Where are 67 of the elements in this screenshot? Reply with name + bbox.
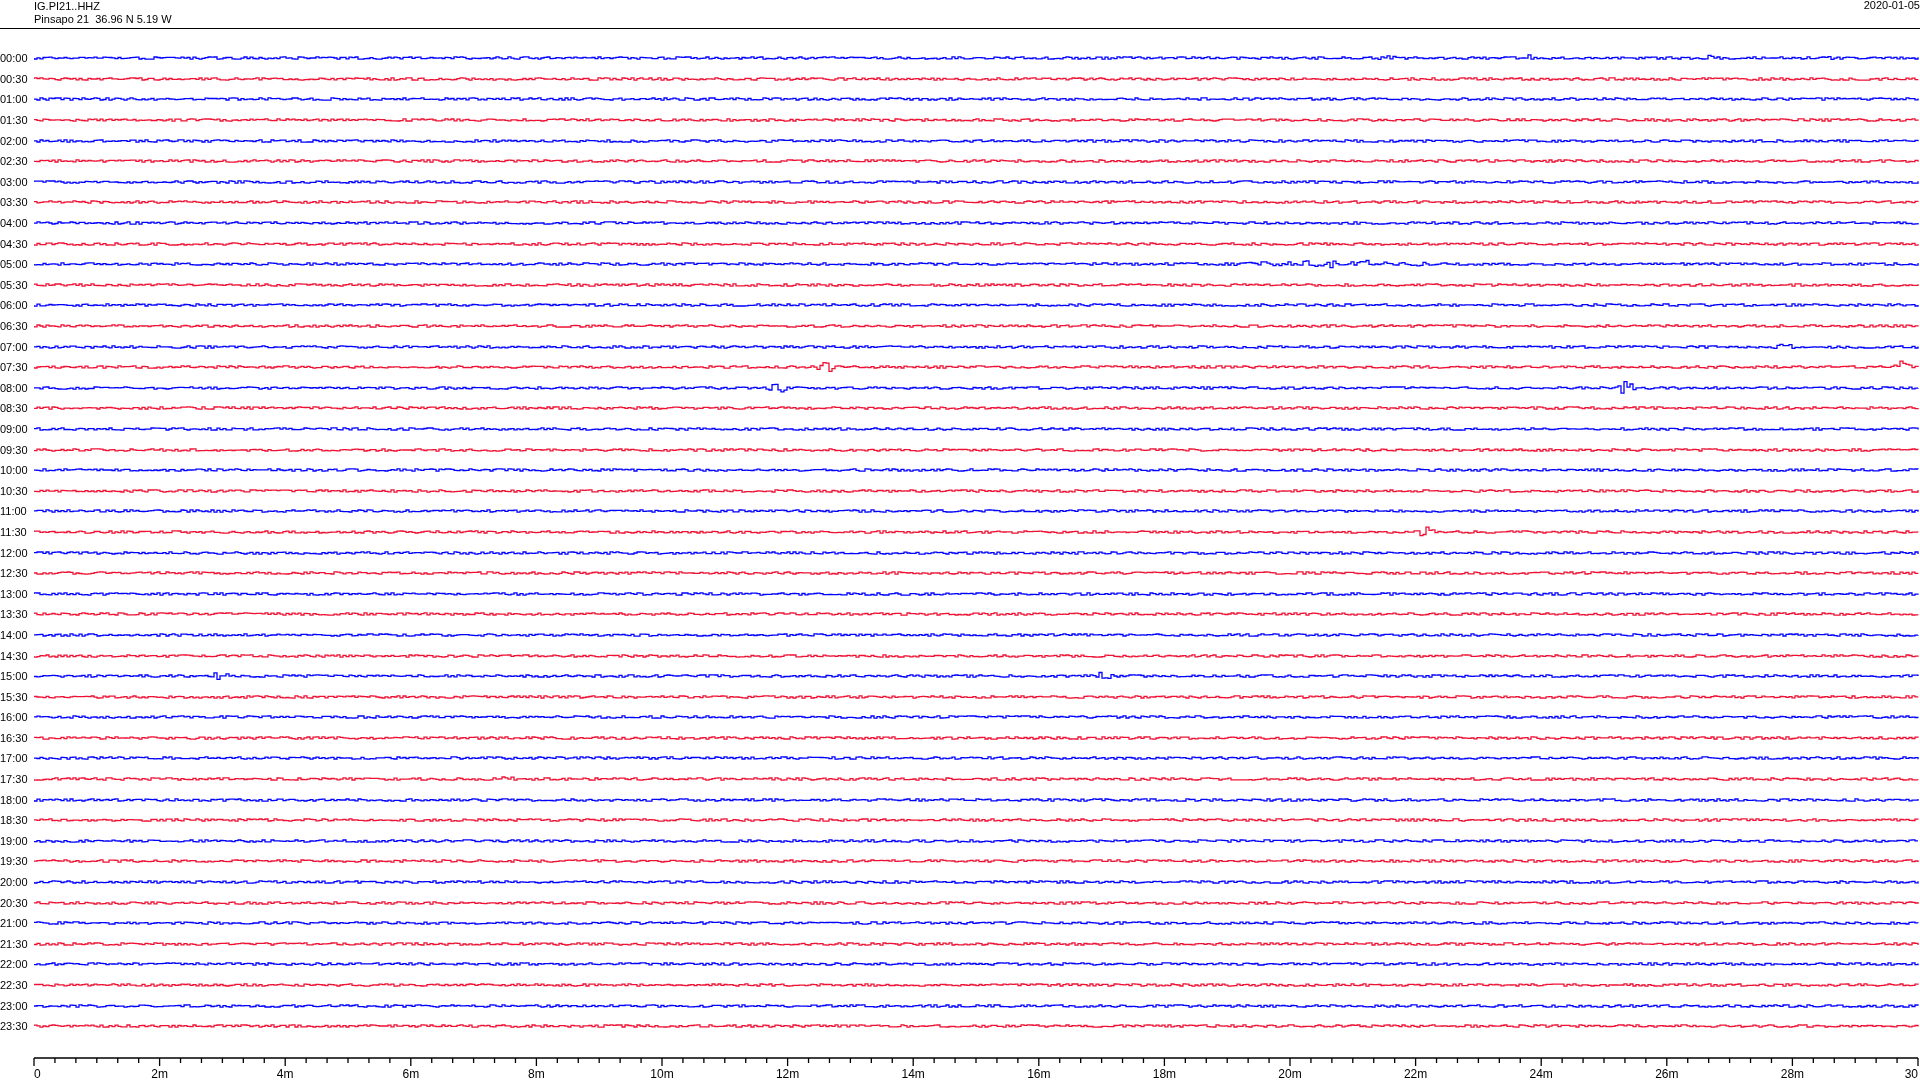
axis-label: 24m [1529, 1067, 1553, 1080]
time-label: 08:30 [0, 402, 29, 415]
time-label: 01:30 [0, 114, 29, 127]
axis-label: 0 [34, 1067, 41, 1080]
time-label: 18:00 [0, 793, 29, 806]
time-label: 21:30 [0, 937, 29, 950]
station-info: Pinsapo 21 36.96 N 5.19 W [34, 13, 172, 26]
axis-label: 6m [402, 1067, 420, 1080]
time-label: 22:00 [0, 958, 29, 971]
time-label: 03:00 [0, 175, 29, 188]
time-label: 04:00 [0, 217, 29, 230]
time-label: 12:30 [0, 567, 29, 580]
time-label: 10:00 [0, 464, 29, 477]
time-label: 05:00 [0, 258, 29, 271]
date-label: 2020-01-05 [1863, 0, 1920, 13]
axis-label: 4m [276, 1067, 294, 1080]
time-label: 19:30 [0, 855, 29, 868]
time-label: 10:30 [0, 484, 29, 497]
time-label: 06:30 [0, 320, 29, 332]
time-label: 09:30 [0, 443, 29, 456]
time-label: 11:30 [0, 525, 28, 538]
time-label: 15:30 [0, 690, 29, 703]
time-label: 14:30 [0, 649, 29, 662]
axis-label: 2m [151, 1067, 168, 1080]
time-label: 00:30 [0, 72, 29, 85]
time-label: 00:00 [0, 52, 29, 65]
time-label: 17:00 [0, 752, 29, 765]
time-label: 01:00 [0, 93, 29, 106]
time-label: 08:00 [0, 381, 29, 394]
time-label: 18:30 [0, 814, 29, 827]
axis-label: 22m [1403, 1067, 1428, 1080]
time-label: 11:00 [0, 505, 28, 518]
time-label: 17:30 [0, 773, 29, 786]
axis-label: 10m [650, 1067, 674, 1080]
time-label: 20:30 [0, 896, 29, 909]
time-label: 15:00 [0, 670, 29, 683]
time-label: 14:00 [0, 628, 29, 641]
time-label: 02:30 [0, 155, 29, 168]
axis-label: 18m [1152, 1067, 1177, 1080]
time-label: 13:00 [0, 587, 29, 600]
axis-label: 8m [528, 1067, 545, 1080]
time-label: 16:00 [0, 711, 29, 724]
time-label: 16:30 [0, 731, 29, 744]
time-label: 02:00 [0, 134, 29, 147]
axis-label: 16m [1027, 1067, 1051, 1080]
axis-label: 30 [1904, 1067, 1918, 1080]
time-label: 23:00 [0, 999, 29, 1012]
time-label: 09:00 [0, 423, 29, 435]
axis-label: 28m [1780, 1067, 1805, 1080]
time-label: 03:30 [0, 196, 29, 209]
time-label: 13:30 [0, 608, 29, 621]
time-label: 05:30 [0, 278, 29, 291]
time-label: 07:00 [0, 340, 29, 353]
time-label: 21:00 [0, 917, 29, 930]
channel-code: IG.PI21..HHZ [34, 0, 102, 13]
time-label: 19:00 [0, 834, 29, 847]
time-label: 07:30 [0, 361, 29, 374]
time-label: 22:30 [0, 979, 29, 991]
axis-label: 12m [775, 1067, 800, 1080]
time-label: 20:00 [0, 876, 29, 889]
axis-label: 14m [901, 1067, 925, 1080]
time-label: 06:00 [0, 299, 29, 312]
time-label: 12:00 [0, 546, 29, 559]
time-label: 23:30 [0, 1020, 29, 1033]
time-label: 04:30 [0, 237, 29, 250]
axis-label: 20m [1278, 1067, 1302, 1080]
axis-label: 26m [1655, 1067, 1679, 1080]
